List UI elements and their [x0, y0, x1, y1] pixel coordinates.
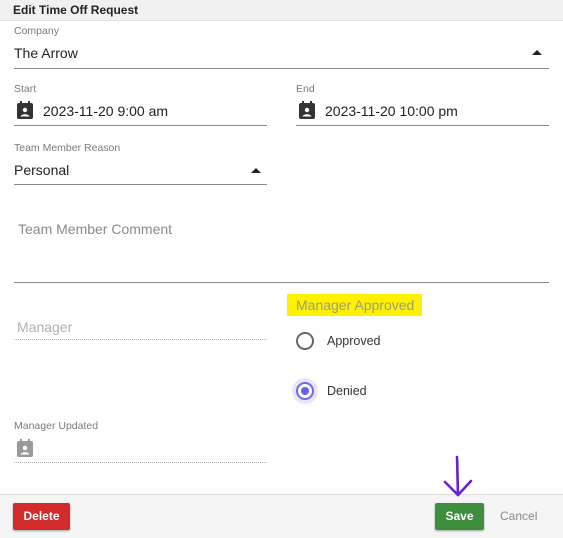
radio-denied-label: Denied — [327, 384, 367, 398]
comment-placeholder: Team Member Comment — [18, 221, 173, 237]
arrow-down-annotation-icon — [443, 455, 473, 497]
dialog-title: Edit Time Off Request — [13, 3, 139, 17]
end-label: End — [296, 83, 315, 95]
radio-approved-circle[interactable] — [296, 332, 314, 350]
start-underline — [14, 125, 267, 126]
delete-button[interactable]: Delete — [13, 503, 70, 530]
start-date-field[interactable]: 2023-11-20 9:00 am — [14, 97, 267, 125]
reason-label: Team Member Reason — [14, 142, 121, 154]
calendar-icon — [17, 439, 33, 457]
caret-up-icon — [251, 168, 261, 173]
comment-textarea[interactable]: Team Member Comment — [14, 210, 549, 282]
manager-input[interactable]: Manager — [14, 312, 267, 340]
radio-denied[interactable]: Denied — [290, 377, 390, 405]
radio-approved-label: Approved — [327, 334, 381, 348]
start-value: 2023-11-20 9:00 am — [43, 103, 169, 119]
company-value: The Arrow — [14, 45, 78, 61]
radio-denied-circle[interactable] — [296, 382, 314, 400]
manager-approved-label: Manager Approved — [296, 297, 415, 313]
company-label: Company — [14, 25, 59, 37]
comment-underline — [14, 282, 549, 283]
dialog-titlebar: Edit Time Off Request — [0, 0, 563, 21]
manager-updated-field[interactable] — [14, 433, 267, 462]
reason-underline — [14, 184, 267, 185]
start-label: Start — [14, 83, 37, 95]
save-button[interactable]: Save — [435, 503, 484, 530]
manager-placeholder: Manager — [17, 319, 73, 335]
end-underline — [296, 125, 549, 126]
manager-underline — [14, 339, 267, 340]
radio-approved[interactable]: Approved — [290, 327, 390, 355]
end-value: 2023-11-20 10:00 pm — [325, 103, 458, 119]
cancel-button[interactable]: Cancel — [500, 509, 537, 523]
caret-up-icon — [532, 50, 542, 55]
company-select[interactable]: The Arrow — [14, 38, 549, 69]
manager-updated-underline — [14, 462, 267, 463]
end-date-field[interactable]: 2023-11-20 10:00 pm — [296, 97, 549, 125]
reason-select[interactable]: Personal — [14, 155, 267, 184]
dialog-footer: Delete Save Cancel — [0, 494, 563, 538]
calendar-icon — [299, 101, 315, 119]
manager-updated-label: Manager Updated — [14, 420, 99, 432]
company-underline — [14, 68, 549, 69]
reason-value: Personal — [14, 162, 70, 178]
manager-approved-highlight: Manager Approved — [287, 294, 422, 316]
calendar-icon — [17, 101, 33, 119]
